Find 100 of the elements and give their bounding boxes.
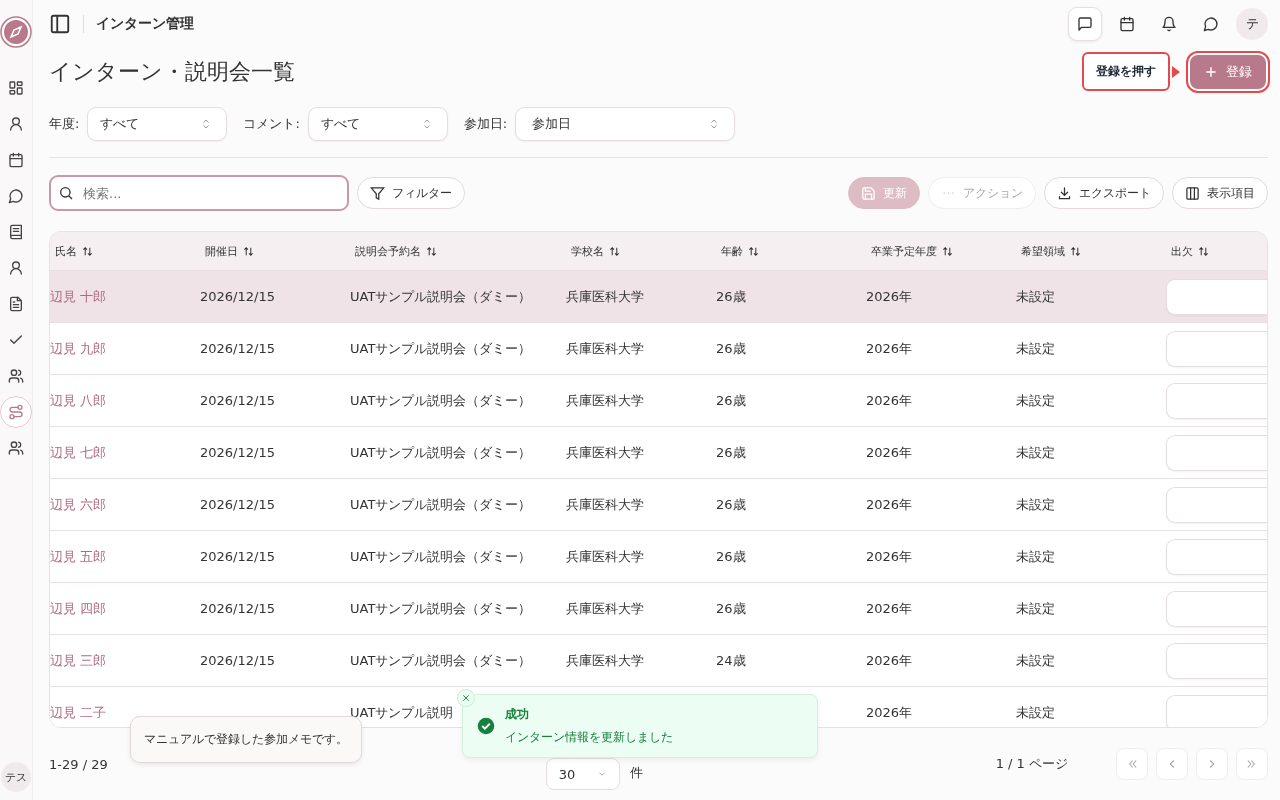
column-header[interactable]: 開催日 <box>205 243 238 259</box>
table-cell: 26歳 <box>716 547 746 566</box>
columns-button[interactable]: 表示項目 <box>1172 177 1268 210</box>
table-cell: 2026年 <box>866 599 913 618</box>
unit-label: 件 <box>629 764 643 782</box>
filter-select[interactable]: 参加日 <box>515 107 736 142</box>
table-cell: 未設定 <box>1016 703 1055 722</box>
check-circle-icon <box>477 717 495 735</box>
table-cell: 2026/12/15 <box>200 497 275 513</box>
toast-message: インターン情報を更新しました <box>505 729 673 746</box>
table-cell: 24歳 <box>716 651 746 670</box>
record-count: 1-29 / 29 <box>49 756 108 772</box>
table-cell: 2026年 <box>866 391 913 410</box>
table-cell: UATサンプル説明会（ダミー） <box>350 443 532 462</box>
name-link[interactable]: 辺見 九郎 <box>50 339 107 358</box>
table-cell: UATサンプル説明会（ダミー） <box>350 339 532 358</box>
search-icon <box>58 185 74 202</box>
column-header[interactable]: 希望領域 <box>1021 243 1065 259</box>
funnel-icon <box>370 185 385 201</box>
search-field[interactable]: 検索... <box>49 175 349 212</box>
filter-button[interactable]: フィルター <box>357 177 465 210</box>
table-cell: 2026年 <box>866 703 913 722</box>
page-indicator: 1 / 1 ページ <box>995 755 1068 774</box>
name-link[interactable]: 辺見 二子 <box>50 703 107 722</box>
table-cell: 26歳 <box>716 495 746 514</box>
table-cell: 兵庫医科大学 <box>566 495 644 514</box>
table-cell: 2026年 <box>866 547 913 566</box>
table-cell: 兵庫医科大学 <box>566 599 644 618</box>
name-link[interactable]: 辺見 三郎 <box>50 651 107 670</box>
filter-label: 年度: <box>49 115 80 134</box>
download-icon <box>1057 185 1072 201</box>
columns-icon <box>1185 185 1200 201</box>
export-button[interactable]: エクスポート <box>1044 177 1164 210</box>
table-cell: 未設定 <box>1016 547 1055 566</box>
message-icon[interactable] <box>1068 6 1102 41</box>
page-size-select[interactable]: 30 <box>545 758 620 790</box>
user-avatar[interactable]: テ <box>1236 7 1268 40</box>
filter-select[interactable]: すべて <box>87 107 228 142</box>
table-cell: 2026年 <box>866 651 913 670</box>
more-icon <box>941 191 956 196</box>
sort-icon[interactable] <box>1070 245 1081 257</box>
table-cell: 2026年 <box>866 443 913 462</box>
user-avatar[interactable]: テス <box>1 762 31 792</box>
pointer-arrow-icon <box>1172 65 1180 78</box>
table-cell: 兵庫医科大学 <box>566 339 644 358</box>
note-tooltip: マニュアルで登録した参加メモです。 <box>130 716 362 763</box>
table-cell: 2026/12/15 <box>200 653 275 669</box>
column-header[interactable]: 氏名 <box>55 243 77 259</box>
table-cell: 2026年 <box>866 495 913 514</box>
column-header[interactable]: 学校名 <box>571 243 604 259</box>
filter-label: コメント: <box>243 115 300 134</box>
table-cell: 未設定 <box>1016 443 1055 462</box>
table-cell: 2026/12/15 <box>200 289 275 305</box>
table-cell: UATサンプル説明会（ダミー） <box>350 599 532 618</box>
column-header[interactable]: 卒業予定年度 <box>871 243 937 259</box>
page-title: インターン・説明会一覧 <box>49 57 295 86</box>
sort-icon[interactable] <box>243 245 254 257</box>
toast-title: 成功 <box>505 706 530 723</box>
table-cell: 2026/12/15 <box>200 549 275 565</box>
column-header[interactable]: 年齢 <box>721 243 743 259</box>
name-link[interactable]: 辺見 七郎 <box>50 443 107 462</box>
table-cell: 兵庫医科大学 <box>566 547 644 566</box>
name-link[interactable]: 辺見 八郎 <box>50 391 107 410</box>
name-link[interactable]: 辺見 五郎 <box>50 547 107 566</box>
table-cell: 兵庫医科大学 <box>566 287 644 306</box>
filter-select[interactable]: すべて <box>307 107 448 142</box>
table-cell: UATサンプル説明会（ダミー） <box>350 495 532 514</box>
guide-tooltip: 登録を押す <box>1082 52 1170 92</box>
sort-icon[interactable] <box>748 245 759 257</box>
sort-icon[interactable] <box>82 245 93 257</box>
table-cell: 2026年 <box>866 287 913 306</box>
table-cell: 兵庫医科大学 <box>566 391 644 410</box>
table-cell: UATサンプル説明会（ダミー） <box>350 391 532 410</box>
sort-icon[interactable] <box>426 245 437 257</box>
sort-icon[interactable] <box>609 245 620 257</box>
table-cell: 兵庫医科大学 <box>566 651 644 670</box>
table-cell: 2026年 <box>866 339 913 358</box>
table-cell: 2026/12/15 <box>200 445 275 461</box>
app-title: インターン管理 <box>96 14 194 33</box>
table-cell: UATサンプル説明会（ダミー） <box>350 287 532 306</box>
name-link[interactable]: 辺見 六郎 <box>50 495 107 514</box>
compass-logo-icon[interactable] <box>0 16 32 48</box>
table-cell: 兵庫医科大学 <box>566 443 644 462</box>
column-header[interactable]: 説明会予約名 <box>355 243 421 259</box>
table-cell: 26歳 <box>716 443 746 462</box>
table-cell: 2026/12/15 <box>200 601 275 617</box>
name-link[interactable]: 辺見 四郎 <box>50 599 107 618</box>
table-cell: 2026/12/15 <box>200 341 275 357</box>
sort-icon[interactable] <box>942 245 953 257</box>
column-header[interactable]: 出欠 <box>1171 243 1193 259</box>
plus-icon <box>1204 64 1218 79</box>
sort-icon[interactable] <box>1198 245 1209 257</box>
sidebar-toggle-icon[interactable] <box>49 12 71 35</box>
table-cell: 26歳 <box>716 339 746 358</box>
table-cell: 未設定 <box>1016 339 1055 358</box>
table-cell: 未設定 <box>1016 495 1055 514</box>
filter-label: 参加日: <box>463 115 508 134</box>
table-cell: UATサンプル説明会（ダミー） <box>350 547 532 566</box>
table-cell: 26歳 <box>716 599 746 618</box>
table-cell: 未設定 <box>1016 599 1055 618</box>
